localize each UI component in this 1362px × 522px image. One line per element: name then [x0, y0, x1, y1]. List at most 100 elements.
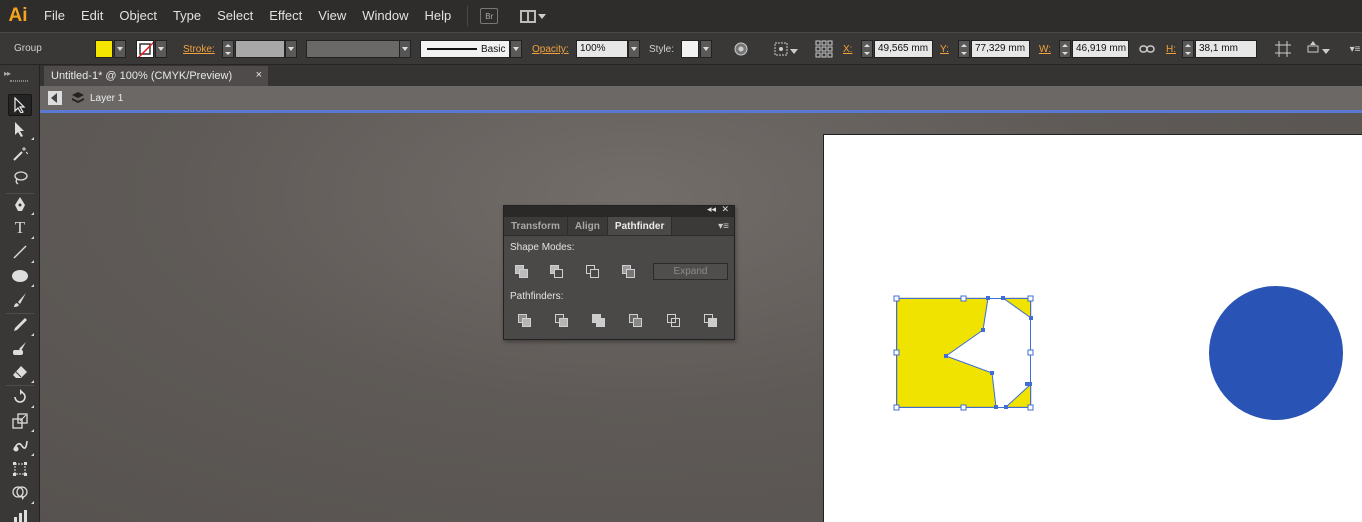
menu-edit[interactable]: Edit [73, 0, 111, 32]
x-field[interactable]: 49,565 mm [874, 40, 933, 58]
expand-button[interactable]: Expand [653, 263, 728, 280]
artboard[interactable] [823, 134, 1362, 522]
bridge-button[interactable]: Br [480, 8, 499, 24]
arrange-documents-button[interactable] [520, 9, 547, 23]
menu-effect[interactable]: Effect [261, 0, 310, 32]
panel-tabs: Transform Align Pathfinder ▾≡ [504, 217, 734, 236]
panel-menu-icon[interactable]: ▾≡ [1346, 40, 1362, 58]
menu-object[interactable]: Object [111, 0, 165, 32]
tab-pathfinder[interactable]: Pathfinder [607, 217, 673, 235]
graphic-style-swatch[interactable] [681, 40, 699, 58]
paintbrush-tool-icon[interactable] [8, 289, 32, 311]
lasso-tool-icon[interactable] [8, 167, 32, 189]
close-icon[interactable]: × [256, 69, 262, 81]
chevron-down-icon [288, 47, 294, 51]
menu-type[interactable]: Type [165, 0, 209, 32]
stroke-preview-line [427, 48, 477, 50]
tools-panel: ▸▸ T [0, 65, 40, 522]
fill-color-swatch[interactable] [95, 40, 113, 58]
line-segment-tool-icon[interactable] [8, 241, 34, 263]
selection-tool-icon[interactable] [8, 94, 32, 116]
opacity-field[interactable]: 100% [576, 40, 628, 58]
crop-button[interactable] [628, 313, 644, 329]
stroke-label[interactable]: Stroke: [183, 44, 215, 55]
merge-button[interactable] [591, 313, 607, 329]
fill-dropdown-button[interactable] [114, 40, 126, 58]
brush-definition-field[interactable]: Basic [420, 40, 510, 58]
x-label[interactable]: X: [843, 44, 852, 55]
w-stepper[interactable] [1059, 40, 1071, 58]
document-tab-bar: Untitled-1* @ 100% (CMYK/Preview) × [40, 65, 1362, 86]
brush-definition-dropdown[interactable] [510, 40, 522, 58]
document-tab[interactable]: Untitled-1* @ 100% (CMYK/Preview) × [44, 66, 268, 86]
type-tool-icon[interactable]: T [8, 217, 34, 239]
opacity-dropdown[interactable] [628, 40, 640, 58]
chevron-down-icon[interactable] [1322, 49, 1330, 54]
divide-button[interactable] [517, 313, 533, 329]
eraser-tool-icon[interactable] [8, 361, 34, 383]
chevron-down-icon[interactable] [790, 49, 798, 54]
variable-width-profile[interactable] [306, 40, 400, 58]
menu-view[interactable]: View [310, 0, 354, 32]
scale-tool-icon[interactable] [8, 410, 34, 432]
menu-select[interactable]: Select [209, 0, 261, 32]
shape-builder-tool-icon[interactable] [8, 482, 34, 504]
minus-front-button[interactable] [549, 264, 565, 280]
graph-tool-icon[interactable] [8, 506, 32, 522]
recolor-artwork-icon[interactable] [732, 40, 750, 58]
intersect-button[interactable] [585, 264, 601, 280]
warp-tool-icon[interactable] [8, 434, 34, 456]
panel-grip[interactable] [10, 80, 28, 82]
menu-file[interactable]: File [36, 0, 73, 32]
constrain-proportions-icon[interactable] [1138, 40, 1156, 58]
outline-button[interactable] [666, 313, 682, 329]
pen-tool-icon[interactable] [8, 193, 34, 215]
menu-bar: Ai File Edit Object Type Select Effect V… [0, 0, 1362, 32]
graphic-style-dropdown[interactable] [700, 40, 712, 58]
direct-selection-tool-icon[interactable] [8, 118, 34, 140]
magic-wand-tool-icon[interactable] [8, 143, 32, 165]
unite-button[interactable] [514, 264, 530, 280]
collapse-panel-icon[interactable]: ◂◂ [707, 204, 716, 215]
rotate-tool-icon[interactable] [8, 386, 34, 408]
collapse-panel-icon[interactable]: ▸▸ [4, 69, 11, 78]
menu-help[interactable]: Help [416, 0, 459, 32]
transform-panel-icon[interactable] [1274, 40, 1292, 58]
control-bar: Group Stroke: Basic Opacity: 100% Style:… [0, 32, 1362, 65]
trim-button[interactable] [554, 313, 570, 329]
x-stepper[interactable] [861, 40, 873, 58]
align-to-icon[interactable] [772, 40, 790, 58]
h-stepper[interactable] [1182, 40, 1194, 58]
free-transform-tool-icon[interactable] [8, 458, 32, 480]
exclude-button[interactable] [621, 264, 637, 280]
minus-back-button[interactable] [703, 313, 719, 329]
close-icon[interactable]: ✕ [721, 204, 729, 215]
stroke-weight-dropdown[interactable] [285, 40, 297, 58]
y-label[interactable]: Y: [940, 44, 949, 55]
y-field[interactable]: 77,329 mm [971, 40, 1030, 58]
h-field[interactable]: 38,1 mm [1195, 40, 1257, 58]
reference-point-icon[interactable] [815, 40, 833, 58]
tab-transform[interactable]: Transform [504, 217, 568, 235]
chevron-down-icon [703, 47, 709, 51]
stroke-weight-stepper[interactable] [222, 40, 234, 58]
h-label[interactable]: H: [1166, 44, 1176, 55]
ellipse-tool-icon[interactable] [8, 265, 34, 287]
w-field[interactable]: 46,919 mm [1072, 40, 1129, 58]
variable-width-dropdown[interactable] [399, 40, 411, 58]
opacity-label[interactable]: Opacity: [532, 44, 569, 55]
w-label[interactable]: W: [1039, 44, 1051, 55]
panel-titlebar[interactable]: ◂◂ ✕ [504, 204, 734, 217]
blob-brush-tool-icon[interactable] [8, 337, 32, 359]
stroke-color-swatch[interactable] [136, 40, 154, 58]
pencil-tool-icon[interactable] [8, 314, 34, 336]
y-stepper[interactable] [958, 40, 970, 58]
layer-name[interactable]: Layer 1 [90, 93, 123, 104]
menu-window[interactable]: Window [354, 0, 416, 32]
stroke-dropdown-button[interactable] [155, 40, 167, 58]
stroke-weight-field[interactable] [235, 40, 285, 58]
tab-align[interactable]: Align [568, 217, 608, 235]
panel-menu-icon[interactable]: ▾≡ [718, 221, 729, 232]
transform-options-icon[interactable] [1304, 40, 1322, 58]
back-arrow-icon[interactable] [48, 91, 62, 105]
